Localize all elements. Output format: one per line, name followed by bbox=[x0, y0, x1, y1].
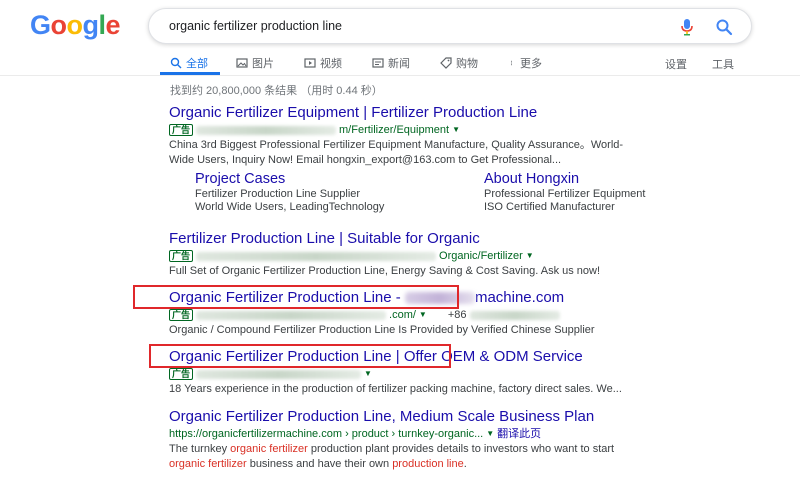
translate-link[interactable]: 翻译此页 bbox=[497, 427, 541, 441]
tag-icon bbox=[440, 57, 452, 69]
sitelink-description: Professional Fertilizer Equipment bbox=[484, 188, 646, 200]
ad-badge: 广告 bbox=[169, 309, 194, 321]
result-url[interactable]: 广告 Organic/Fertilizer ▼ bbox=[169, 249, 600, 263]
redacted-url bbox=[196, 125, 337, 135]
tab-news[interactable]: 新闻 bbox=[372, 55, 410, 71]
url-path: m/Fertilizer/Equipment bbox=[339, 124, 450, 136]
result-title-link[interactable]: Organic Fertilizer Equipment | Fertilize… bbox=[169, 104, 623, 122]
result-snippet: 18 Years experience in the production of… bbox=[169, 383, 622, 395]
phone-number: +86 bbox=[447, 309, 467, 321]
ad-badge: 广告 bbox=[169, 368, 194, 380]
result-snippet: Organic / Compound Fertilizer Production… bbox=[169, 324, 595, 336]
search-input[interactable]: organic fertilizer production line bbox=[169, 19, 342, 33]
result-snippet: Wide Users, Inquiry Now! Email hongxin_e… bbox=[169, 154, 562, 166]
highlight-box bbox=[149, 344, 451, 368]
result-url[interactable]: 广告 m/Fertilizer/Equipment ▼ bbox=[169, 123, 623, 137]
search-result: Fertilizer Production Line | Suitable fo… bbox=[169, 230, 600, 278]
highlight-box bbox=[133, 285, 459, 309]
sitelink-about-hongxin: About Hongxin Professional Fertilizer Eq… bbox=[484, 171, 645, 214]
result-url[interactable]: 广告 ▼ bbox=[169, 367, 622, 381]
google-logo[interactable]: Google bbox=[30, 10, 121, 41]
dropdown-caret-icon[interactable]: ▼ bbox=[364, 367, 372, 381]
result-snippet: organic fertilizer business and have the… bbox=[169, 457, 614, 471]
result-snippet: China 3rd Biggest Professional Fertilize… bbox=[169, 139, 624, 151]
result-title-link[interactable]: Fertilizer Production Line | Suitable fo… bbox=[169, 230, 600, 248]
ad-badge: 广告 bbox=[169, 124, 194, 136]
result-title-link[interactable]: Organic Fertilizer Production Line, Medi… bbox=[169, 408, 614, 426]
tab-videos[interactable]: 视频 bbox=[304, 55, 342, 71]
tab-all[interactable]: 全部 bbox=[170, 55, 208, 71]
dropdown-caret-icon[interactable]: ▼ bbox=[452, 123, 460, 137]
snippet-text: . bbox=[463, 458, 467, 470]
dropdown-caret-icon[interactable]: ▼ bbox=[486, 427, 494, 441]
result-stats: 找到约 20,800,000 条结果 （用时 0.44 秒） bbox=[170, 85, 383, 97]
tab-label: 全部 bbox=[186, 58, 208, 70]
dropdown-caret-icon[interactable]: ▼ bbox=[419, 308, 427, 322]
search-icon bbox=[170, 57, 182, 69]
tools-link[interactable]: 工具 bbox=[712, 56, 734, 72]
image-icon bbox=[236, 58, 248, 68]
search-box[interactable]: organic fertilizer production line bbox=[148, 8, 752, 44]
search-result: Organic Fertilizer Equipment | Fertilize… bbox=[169, 104, 623, 167]
search-result: Organic Fertilizer Production Line, Medi… bbox=[169, 408, 614, 471]
snippet-keyword: organic fertilizer bbox=[230, 443, 308, 455]
tab-label: 图片 bbox=[252, 58, 274, 70]
logo-letter: g bbox=[82, 10, 100, 40]
logo-letter: e bbox=[105, 10, 121, 40]
redacted-url bbox=[196, 369, 362, 379]
news-icon bbox=[372, 58, 384, 68]
snippet-text: The turnkey bbox=[169, 443, 231, 455]
sitelink-title[interactable]: About Hongxin bbox=[484, 171, 645, 188]
video-icon bbox=[304, 58, 316, 68]
logo-letter: o bbox=[50, 10, 68, 40]
sitelink-description: Fertilizer Production Line Supplier bbox=[195, 188, 361, 200]
redacted-url bbox=[196, 310, 387, 320]
result-snippet: The turnkey organic fertilizer productio… bbox=[169, 442, 614, 456]
settings-link[interactable]: 设置 bbox=[665, 56, 687, 72]
microphone-icon[interactable] bbox=[679, 18, 695, 36]
tab-label: 视频 bbox=[320, 58, 342, 70]
more-icon bbox=[510, 60, 513, 66]
logo-letter: G bbox=[30, 10, 51, 40]
tab-more[interactable]: 更多 bbox=[510, 55, 542, 71]
result-url[interactable]: https://organicfertilizermachine.com › p… bbox=[169, 427, 614, 441]
sitelink-description: ISO Certified Manufacturer bbox=[484, 201, 615, 213]
url-path: Organic/Fertilizer bbox=[439, 250, 523, 262]
tab-shopping[interactable]: 购物 bbox=[440, 55, 478, 71]
logo-letter: l bbox=[98, 10, 107, 40]
tabs-divider bbox=[0, 75, 800, 76]
snippet-keyword: production line bbox=[392, 458, 464, 470]
tab-images[interactable]: 图片 bbox=[236, 55, 274, 71]
tab-label: 更多 bbox=[520, 58, 542, 70]
result-snippet: Full Set of Organic Fertilizer Productio… bbox=[169, 265, 601, 277]
url-path: .com/ bbox=[389, 309, 416, 321]
logo-letter: o bbox=[66, 10, 84, 40]
tab-label: 购物 bbox=[456, 58, 478, 70]
ad-badge: 广告 bbox=[169, 250, 194, 262]
dropdown-caret-icon[interactable]: ▼ bbox=[526, 249, 534, 263]
search-icon[interactable] bbox=[715, 18, 733, 36]
url-breadcrumb: https://organicfertilizermachine.com › p… bbox=[169, 428, 484, 440]
redacted-url bbox=[196, 251, 437, 261]
result-title-domain: machine.com bbox=[474, 289, 565, 306]
snippet-text: business and have their own bbox=[246, 458, 393, 470]
sitelink-title[interactable]: Project Cases bbox=[195, 171, 384, 188]
redacted-phone bbox=[469, 310, 560, 320]
sitelink-project-cases: Project Cases Fertilizer Production Line… bbox=[195, 171, 384, 214]
snippet-keyword: organic fertilizer bbox=[169, 458, 247, 470]
snippet-text: production plant provides details to inv… bbox=[307, 443, 615, 455]
sitelink-description: World Wide Users, LeadingTechnology bbox=[195, 201, 385, 213]
tab-label: 新闻 bbox=[388, 58, 410, 70]
result-url[interactable]: 广告 .com/ ▼ +86 bbox=[169, 308, 595, 322]
